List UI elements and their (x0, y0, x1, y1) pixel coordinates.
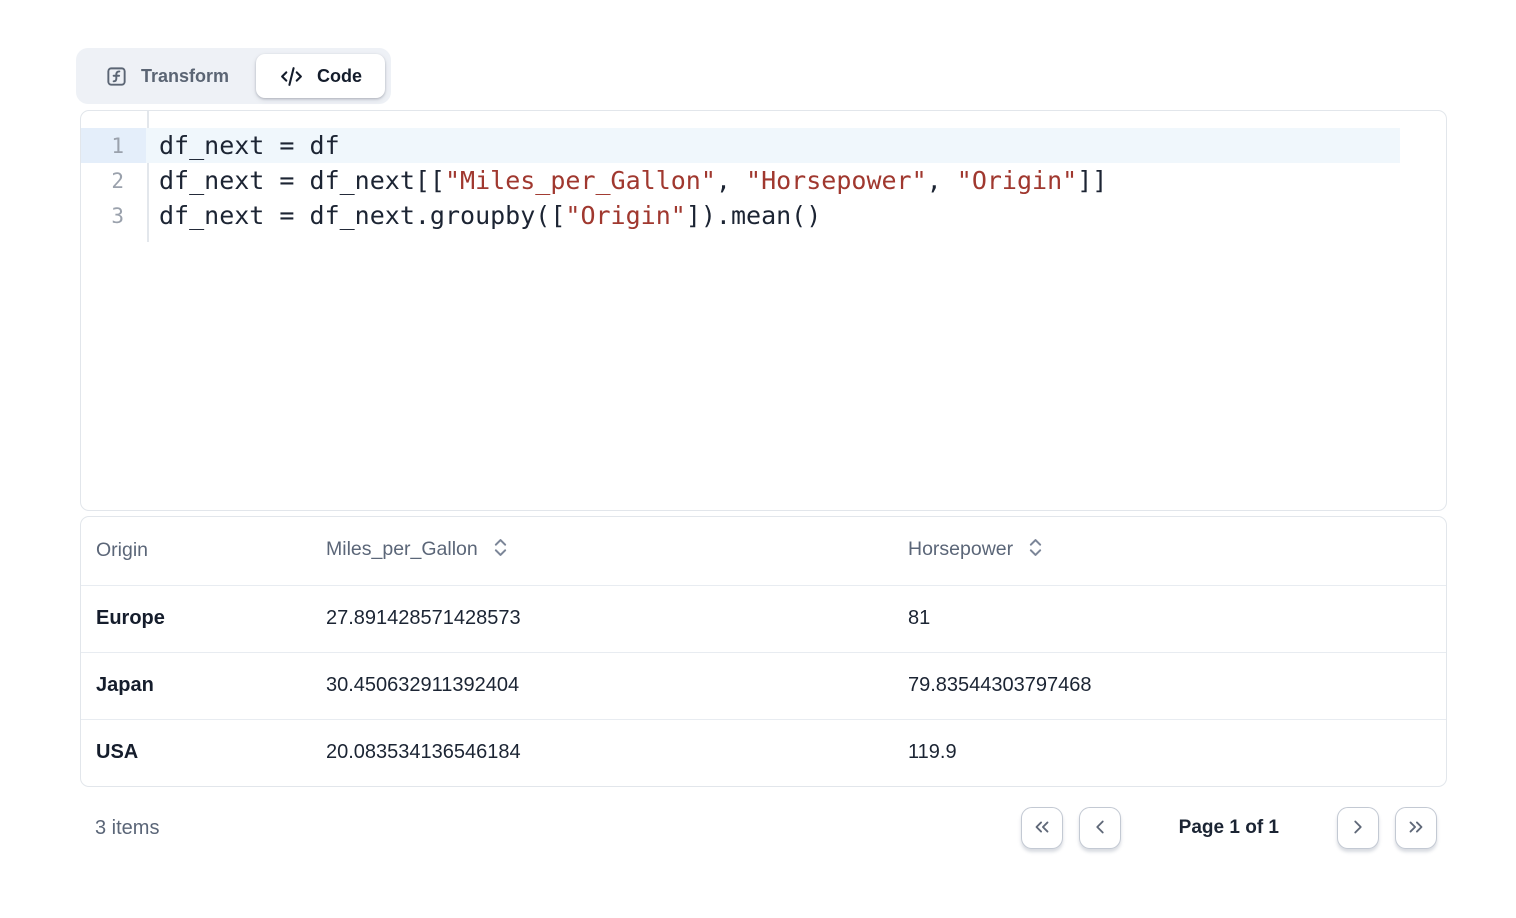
previous-page-button[interactable] (1079, 807, 1121, 849)
result-table: Origin Miles_per_Gallon Horsepower Europ… (80, 516, 1447, 787)
next-page-button[interactable] (1337, 807, 1379, 849)
code-token-string: "Miles_per_Gallon" (445, 166, 716, 195)
tab-transform[interactable]: Transform (82, 54, 252, 98)
table-row: USA 20.083534136546184 119.9 (81, 719, 1446, 786)
chevron-right-icon (1347, 816, 1369, 841)
chevron-left-icon (1089, 816, 1111, 841)
code-token-string: "Horsepower" (746, 166, 927, 195)
tab-code-label: Code (317, 66, 362, 87)
code-token-string: "Origin" (565, 201, 685, 230)
code-token: ]] (1077, 166, 1107, 195)
line-number: 1 (81, 128, 146, 163)
cell-origin: Japan (81, 652, 311, 719)
tab-transform-label: Transform (141, 66, 229, 87)
table-row: Europe 27.891428571428573 81 (81, 585, 1446, 652)
code-editor[interactable]: 1 df_next = df 2 df_next = df_next[["Mil… (80, 110, 1447, 511)
code-token: , (927, 166, 957, 195)
code-token: , (716, 166, 746, 195)
line-number: 2 (81, 163, 146, 198)
code-token: df_next = df_next[[ (159, 166, 445, 195)
cell-origin: USA (81, 719, 311, 786)
cell-miles-per-gallon: 20.083534136546184 (311, 719, 893, 786)
view-mode-tabs: Transform Code (76, 48, 391, 104)
table-footer: 3 items Page 1 of 1 (80, 786, 1447, 870)
cell-horsepower: 119.9 (893, 719, 1446, 786)
tab-code[interactable]: Code (256, 54, 385, 98)
code-token: df_next = df_next.groupby([ (159, 201, 565, 230)
cell-horsepower: 81 (893, 585, 1446, 652)
table-row: Japan 30.450632911392404 79.835443037974… (81, 652, 1446, 719)
pagination: Page 1 of 1 (1021, 807, 1437, 849)
last-page-button[interactable] (1395, 807, 1437, 849)
table-header-row: Origin Miles_per_Gallon Horsepower (81, 517, 1446, 585)
sort-chevrons-icon (1029, 541, 1042, 563)
code-line[interactable]: 1 df_next = df (81, 128, 1446, 163)
code-icon (279, 64, 304, 89)
code-token-string: "Origin" (957, 166, 1077, 195)
cell-horsepower: 79.83544303797468 (893, 652, 1446, 719)
cell-miles-per-gallon: 30.450632911392404 (311, 652, 893, 719)
code-content: 1 df_next = df 2 df_next = df_next[["Mil… (81, 111, 1446, 233)
code-token: ]).mean() (686, 201, 821, 230)
column-header-miles-per-gallon[interactable]: Miles_per_Gallon (311, 517, 893, 585)
chevrons-left-icon (1031, 816, 1053, 841)
chevrons-right-icon (1405, 816, 1427, 841)
column-header-origin: Origin (81, 517, 311, 585)
code-line-text[interactable]: df_next = df_next.groupby(["Origin"]).me… (146, 198, 1400, 233)
first-page-button[interactable] (1021, 807, 1063, 849)
cell-miles-per-gallon: 27.891428571428573 (311, 585, 893, 652)
items-count: 3 items (95, 817, 159, 840)
code-line[interactable]: 2 df_next = df_next[["Miles_per_Gallon",… (81, 163, 1446, 198)
code-line[interactable]: 3 df_next = df_next.groupby(["Origin"]).… (81, 198, 1446, 233)
code-line-text[interactable]: df_next = df (146, 128, 1400, 163)
line-number: 3 (81, 198, 146, 233)
page-status: Page 1 of 1 (1179, 817, 1279, 839)
cell-origin: Europe (81, 585, 311, 652)
code-token: df_next = df (159, 131, 340, 160)
column-header-horsepower[interactable]: Horsepower (893, 517, 1446, 585)
code-line-text[interactable]: df_next = df_next[["Miles_per_Gallon", "… (146, 163, 1400, 198)
sort-chevrons-icon (494, 541, 507, 563)
function-square-icon (105, 65, 128, 88)
